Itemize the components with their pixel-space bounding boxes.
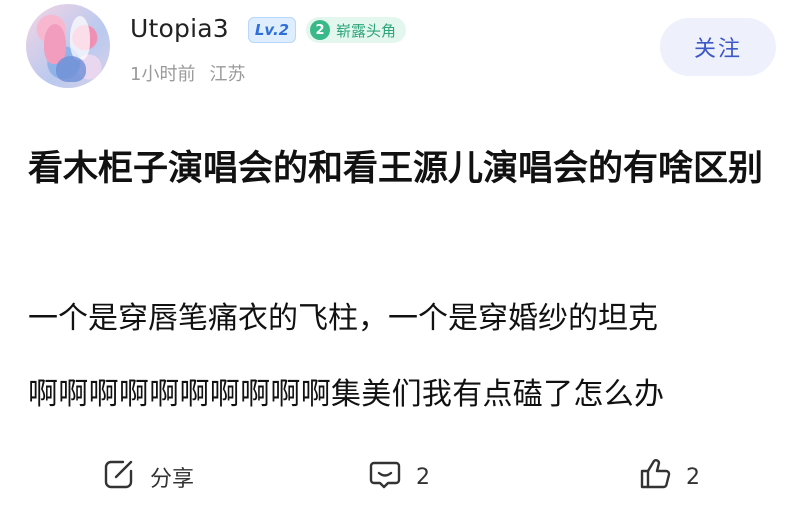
post-title: 看木柜子演唱会的和看王源儿演唱会的有啥区别 — [28, 149, 764, 189]
follow-button[interactable]: 关注 — [660, 18, 776, 76]
comment-count: 2 — [416, 464, 430, 490]
avatar-figure — [56, 56, 86, 82]
username[interactable]: Utopia3 — [130, 14, 229, 43]
post-time: 1小时前 — [130, 64, 196, 85]
title-badge-text: 崭露头角 — [336, 21, 397, 40]
like-button[interactable]: 2 — [638, 457, 700, 497]
comment-button[interactable]: 2 — [368, 457, 430, 497]
share-label: 分享 — [150, 467, 195, 492]
share-icon — [102, 457, 136, 497]
share-button[interactable]: 分享 — [102, 457, 194, 497]
avatar[interactable] — [26, 4, 110, 88]
like-icon — [638, 457, 672, 497]
title-badge: 2 崭露头角 — [306, 17, 407, 43]
action-bar: 分享 2 2 — [0, 445, 800, 505]
like-count: 2 — [686, 464, 700, 490]
post-location: 江苏 — [209, 64, 246, 85]
post-header: Utopia3 Lv.2 2 崭露头角 1小时前 江苏 关注 — [0, 0, 800, 110]
level-badge: Lv.2 — [248, 17, 296, 43]
post-body-line: 一个是穿唇笔痛衣的飞柱，一个是穿婚纱的坦克 — [28, 301, 658, 336]
avatar-figure — [70, 16, 90, 60]
post-body-line: 啊啊啊啊啊啊啊啊啊啊集美们我有点磕了怎么办 — [28, 377, 665, 412]
title-badge-number: 2 — [310, 20, 330, 40]
post-meta: 1小时前 江苏 — [130, 60, 245, 86]
comment-icon — [368, 457, 402, 497]
